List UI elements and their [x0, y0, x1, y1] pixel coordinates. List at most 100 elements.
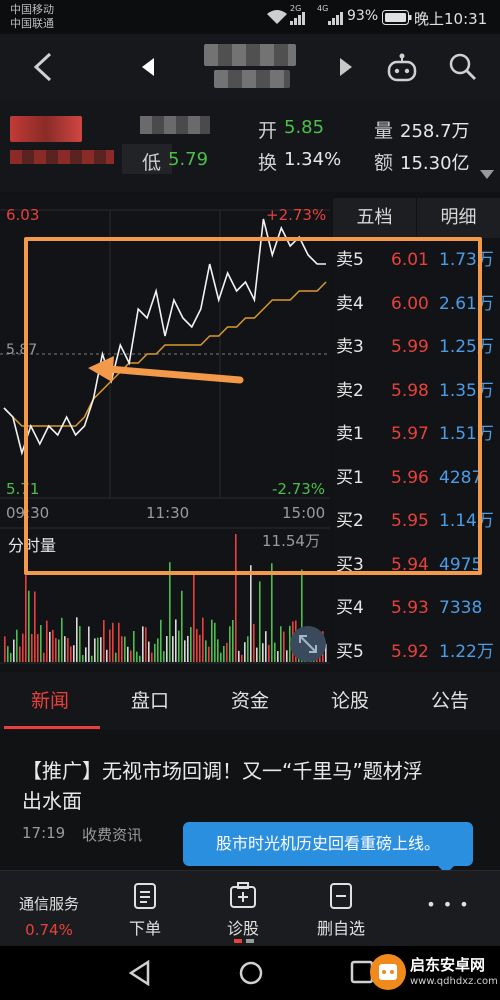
volume-bar [115, 652, 117, 662]
volume-bar [73, 645, 75, 662]
prev-stock-icon[interactable] [142, 58, 156, 76]
volume-bar [124, 636, 126, 662]
volume-bar [274, 642, 276, 662]
volume-bar [190, 627, 192, 662]
tab-announcements[interactable]: 公告 [400, 672, 500, 730]
remove-watchlist-button[interactable]: 删自选 [296, 871, 386, 947]
more-dots-icon: • • • [426, 895, 470, 914]
volume-bar [172, 636, 174, 662]
order-button[interactable]: 下单 [100, 871, 190, 947]
tab-discussion[interactable]: 论股 [300, 672, 400, 730]
volume-bar [178, 630, 180, 662]
volume-bar [271, 563, 273, 662]
chevron-left-icon[interactable] [30, 52, 56, 82]
order-price: 5.92 [391, 641, 429, 662]
volume-bar [85, 647, 87, 662]
volume-bar [163, 651, 165, 662]
volume-bar [49, 631, 51, 662]
volume-bar [199, 634, 201, 662]
volume-bar [109, 629, 111, 662]
volume-bar [187, 635, 189, 662]
volume-bar [286, 650, 288, 662]
volume-bar [223, 646, 225, 662]
amount-value: 15.30亿 [400, 153, 470, 174]
home-circle-icon[interactable] [238, 960, 264, 986]
volume-bar [160, 619, 162, 662]
volume-bar [256, 647, 258, 662]
fullscreen-button[interactable] [290, 626, 326, 662]
volume-bar [34, 591, 36, 662]
diagnose-button[interactable]: 诊股 [198, 871, 288, 947]
volume-bar [67, 638, 69, 662]
toast-message[interactable]: 股市时光机历史回看重磅上线。 [183, 822, 473, 866]
tab-five-levels[interactable]: 五档 [333, 198, 416, 238]
order-label: 下单 [128, 919, 161, 938]
low-value: 5.79 [168, 149, 209, 170]
volume-bar [37, 634, 39, 662]
volume-bar [283, 631, 285, 662]
volume-bar [145, 627, 147, 662]
volume-bar [70, 646, 72, 662]
signal-icon-1 [290, 12, 305, 25]
volume-bar [31, 634, 33, 662]
volume-bar [268, 644, 270, 662]
turnover-value: 1.34% [284, 149, 342, 170]
back-triangle-icon[interactable] [128, 960, 152, 986]
service-button[interactable]: 通信服务 0.74% [0, 871, 98, 947]
remove-label: 删自选 [316, 919, 365, 938]
bottom-nav: 通信服务 0.74% 下单 诊股 删自选 • • • [0, 870, 500, 946]
volume-bar [184, 640, 186, 662]
volume-bar [202, 617, 204, 662]
service-label: 通信服务 [18, 895, 79, 913]
volume-bar [157, 638, 159, 662]
watermark: 启东安卓网 www.qdhdxz.com [368, 950, 498, 996]
volume-bar [118, 622, 120, 662]
order-level-label: 买4 [336, 598, 364, 618]
next-stock-icon[interactable] [338, 58, 352, 76]
volume-bar [280, 626, 282, 662]
volume-bar [220, 652, 222, 662]
expand-icon[interactable] [480, 170, 494, 180]
order-level-label: 买5 [336, 641, 364, 662]
volume-bar [229, 626, 231, 662]
order-book-row[interactable]: 买4 5.93 7338 [333, 588, 500, 628]
news-headline-line2: 出水面 [22, 789, 82, 813]
quote-header: 开 5.85 量 258.7万 低 5.79 换 1.34% 额 15.30亿 [0, 100, 500, 192]
expand-arrows-icon [299, 635, 317, 653]
volume-bar [214, 622, 216, 662]
volume-bar [208, 646, 210, 662]
volume-bar [244, 642, 246, 662]
volume-bar [40, 625, 42, 662]
annotation-highlight-box [24, 237, 482, 575]
watermark-url: www.qdhdxz.com [410, 976, 498, 987]
volume-bar [97, 637, 99, 662]
volume-bar [64, 636, 66, 662]
document-icon [134, 883, 156, 909]
volume-bar [100, 637, 102, 662]
diagnose-label: 诊股 [226, 919, 259, 938]
page-dot [246, 939, 254, 943]
pct-high-label: +2.73% [266, 206, 327, 224]
tab-news[interactable]: 新闻 [0, 672, 100, 730]
volume-bar [91, 655, 93, 662]
volume-bar [82, 655, 84, 662]
volume-bar [16, 629, 18, 662]
robot-icon[interactable] [386, 52, 418, 82]
volume-bar [46, 620, 48, 662]
tab-funds[interactable]: 资金 [200, 672, 300, 730]
tab-market[interactable]: 盘口 [100, 672, 200, 730]
more-button[interactable]: • • • [400, 871, 496, 947]
volume-bar [253, 623, 255, 662]
tab-details[interactable]: 明细 [417, 198, 500, 238]
service-pct: 0.74% [25, 921, 73, 939]
order-book-row[interactable]: 买5 5.92 1.22万 [333, 632, 500, 672]
battery-percent: 93% [347, 8, 379, 24]
volume-bar [205, 640, 207, 662]
search-icon[interactable] [448, 52, 478, 82]
volume-bar [127, 646, 129, 662]
volume-bar [22, 633, 24, 662]
signal-icon-2 [328, 12, 343, 25]
volume-bar [130, 650, 132, 662]
volume-bar [4, 636, 6, 662]
volume-bar [169, 562, 171, 662]
